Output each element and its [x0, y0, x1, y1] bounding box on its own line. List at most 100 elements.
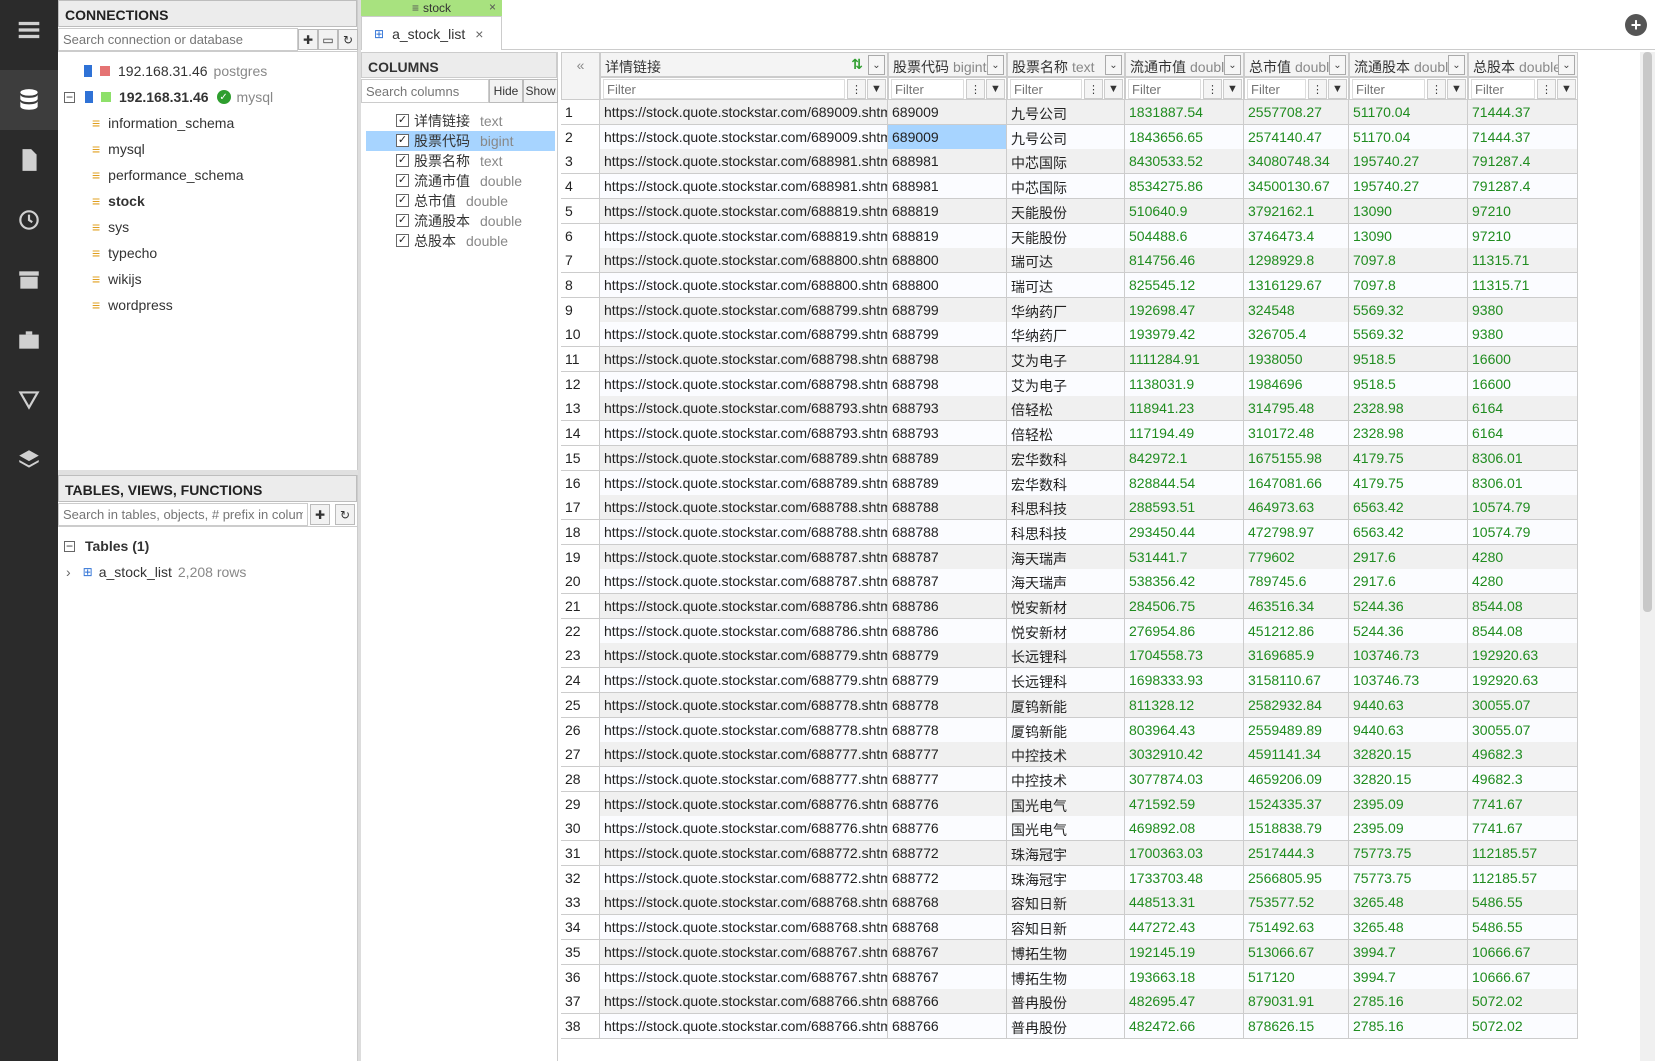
table-cell[interactable]: https://stock.quote.stockstar.com/688767…: [600, 964, 888, 990]
table-cell[interactable]: https://stock.quote.stockstar.com/688819…: [600, 198, 888, 224]
table-cell[interactable]: 30055.07: [1468, 692, 1578, 718]
columns-search-input[interactable]: [361, 79, 489, 103]
table-cell[interactable]: 2917.6: [1349, 569, 1468, 595]
table-cell[interactable]: https://stock.quote.stockstar.com/688777…: [600, 766, 888, 792]
column-item[interactable]: ✓ 股票代码 bigint: [366, 131, 555, 151]
table-cell[interactable]: 5486.55: [1468, 890, 1578, 916]
connection-search-input[interactable]: [58, 28, 298, 51]
table-cell[interactable]: 314795.48: [1244, 396, 1349, 422]
table-cell[interactable]: 5072.02: [1468, 989, 1578, 1015]
table-cell[interactable]: 688778: [888, 717, 1007, 743]
table-cell[interactable]: 4179.75: [1349, 470, 1468, 496]
table-cell[interactable]: 688777: [888, 766, 1007, 792]
table-cell[interactable]: 1647081.66: [1244, 470, 1349, 496]
column-item[interactable]: ✓ 总市值 double: [366, 191, 555, 211]
table-row[interactable]: 32 https://stock.quote.stockstar.com/6887…: [561, 865, 1578, 891]
table-cell[interactable]: 464973.63: [1244, 495, 1349, 521]
table-cell[interactable]: 1843656.65: [1125, 124, 1244, 150]
table-cell[interactable]: 51170.04: [1349, 124, 1468, 150]
table-row[interactable]: 28 https://stock.quote.stockstar.com/6887…: [561, 766, 1578, 792]
table-cell[interactable]: https://stock.quote.stockstar.com/688786…: [600, 594, 888, 619]
table-cell[interactable]: 688768: [888, 915, 1007, 941]
table-cell[interactable]: 长远锂科: [1007, 643, 1125, 669]
table-cell[interactable]: 珠海冠宇: [1007, 865, 1125, 891]
column-item[interactable]: ✓ 股票名称 text: [366, 151, 555, 171]
table-row[interactable]: 30 https://stock.quote.stockstar.com/6887…: [561, 816, 1578, 842]
table-cell[interactable]: 103746.73: [1349, 643, 1468, 669]
table-cell[interactable]: 博拓生物: [1007, 964, 1125, 990]
table-cell[interactable]: 2574140.47: [1244, 124, 1349, 150]
table-cell[interactable]: 3265.48: [1349, 890, 1468, 916]
table-cell[interactable]: 6563.42: [1349, 495, 1468, 521]
table-cell[interactable]: 华纳药厂: [1007, 322, 1125, 348]
filter-icon[interactable]: ▼: [867, 79, 886, 99]
table-cell[interactable]: 宏华数科: [1007, 445, 1125, 471]
table-cell[interactable]: 中控技术: [1007, 766, 1125, 792]
table-row[interactable]: 1 https://stock.quote.stockstar.com/68900…: [561, 100, 1578, 125]
table-cell[interactable]: 688766: [888, 989, 1007, 1015]
table-cell[interactable]: 天能股份: [1007, 223, 1125, 249]
table-cell[interactable]: 49682.3: [1468, 766, 1578, 792]
table-cell[interactable]: https://stock.quote.stockstar.com/688800…: [600, 272, 888, 298]
table-cell[interactable]: 688793: [888, 421, 1007, 447]
tab-table-a-stock-list[interactable]: ⊞ a_stock_list ×: [361, 16, 502, 50]
table-cell[interactable]: 艾为电子: [1007, 347, 1125, 372]
table-cell[interactable]: https://stock.quote.stockstar.com/688789…: [600, 445, 888, 471]
table-cell[interactable]: 195740.27: [1349, 174, 1468, 200]
database-item-wikijs[interactable]: ≡ wikijs: [92, 268, 142, 290]
table-cell[interactable]: 34500130.67: [1244, 174, 1349, 200]
collapse-columns-icon[interactable]: «: [561, 52, 600, 100]
table-cell[interactable]: https://stock.quote.stockstar.com/688787…: [600, 569, 888, 595]
table-cell[interactable]: 1111284.91: [1125, 347, 1244, 372]
table-cell[interactable]: 276954.86: [1125, 618, 1244, 644]
table-cell[interactable]: https://stock.quote.stockstar.com/688799…: [600, 322, 888, 348]
table-cell[interactable]: 5569.32: [1349, 322, 1468, 348]
table-row[interactable]: 35 https://stock.quote.stockstar.com/6887…: [561, 939, 1578, 965]
table-cell[interactable]: 7741.67: [1468, 791, 1578, 817]
table-cell[interactable]: 容知日新: [1007, 890, 1125, 916]
filter-input[interactable]: [1247, 79, 1306, 99]
table-cell[interactable]: 1938050: [1244, 347, 1349, 372]
table-row[interactable]: 20 https://stock.quote.stockstar.com/6887…: [561, 569, 1578, 595]
layers-icon[interactable]: [0, 430, 58, 490]
scrollbar-thumb[interactable]: [1643, 52, 1652, 612]
table-cell[interactable]: 1316129.67: [1244, 272, 1349, 298]
table-cell[interactable]: 447272.43: [1125, 915, 1244, 941]
table-cell[interactable]: 814756.46: [1125, 248, 1244, 274]
table-cell[interactable]: 811328.12: [1125, 692, 1244, 718]
table-cell[interactable]: 九号公司: [1007, 124, 1125, 150]
table-cell[interactable]: 中芯国际: [1007, 149, 1125, 175]
column-checkbox[interactable]: ✓: [396, 234, 409, 247]
filter-options-icon[interactable]: ⋮: [1537, 79, 1556, 99]
table-cell[interactable]: https://stock.quote.stockstar.com/688981…: [600, 174, 888, 200]
table-cell[interactable]: 华纳药厂: [1007, 297, 1125, 323]
archive-icon[interactable]: [0, 250, 58, 310]
table-cell[interactable]: 1704558.73: [1125, 643, 1244, 669]
table-cell[interactable]: 10666.67: [1468, 964, 1578, 990]
filter-icon[interactable]: ▼: [1328, 79, 1347, 99]
column-header[interactable]: 股票名称 text ⌄: [1007, 52, 1125, 77]
table-cell[interactable]: https://stock.quote.stockstar.com/688793…: [600, 421, 888, 447]
table-row[interactable]: 15 https://stock.quote.stockstar.com/6887…: [561, 445, 1578, 471]
table-cell[interactable]: 3169685.9: [1244, 643, 1349, 669]
refresh-icon[interactable]: ↻: [338, 29, 358, 50]
table-row[interactable]: 14 https://stock.quote.stockstar.com/6887…: [561, 421, 1578, 447]
table-row[interactable]: 23 https://stock.quote.stockstar.com/6887…: [561, 643, 1578, 669]
column-checkbox[interactable]: ✓: [396, 174, 409, 187]
table-cell[interactable]: 112185.57: [1468, 865, 1578, 891]
server-postgres[interactable]: 192.168.31.46 postgres: [84, 60, 267, 82]
table-cell[interactable]: 6563.42: [1349, 519, 1468, 545]
table-cell[interactable]: 75773.75: [1349, 841, 1468, 866]
table-cell[interactable]: 825545.12: [1125, 272, 1244, 298]
table-cell[interactable]: 5244.36: [1349, 594, 1468, 619]
table-cell[interactable]: 97210: [1468, 223, 1578, 249]
table-cell[interactable]: 879031.91: [1244, 989, 1349, 1015]
table-cell[interactable]: 8544.08: [1468, 618, 1578, 644]
table-cell[interactable]: 828844.54: [1125, 470, 1244, 496]
table-row[interactable]: 19 https://stock.quote.stockstar.com/6887…: [561, 544, 1578, 570]
table-row[interactable]: 27 https://stock.quote.stockstar.com/6887…: [561, 742, 1578, 768]
table-cell[interactable]: 2785.16: [1349, 989, 1468, 1015]
table-cell[interactable]: 193663.18: [1125, 964, 1244, 990]
table-cell[interactable]: 118941.23: [1125, 396, 1244, 422]
filter-input[interactable]: [1471, 79, 1535, 99]
